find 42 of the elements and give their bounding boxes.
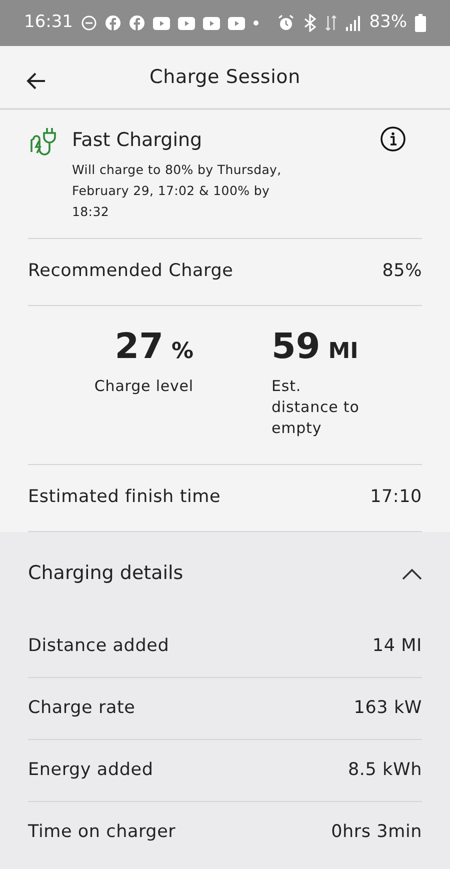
play-icon xyxy=(203,16,220,30)
dot-icon xyxy=(253,20,259,26)
stat-value: 59 xyxy=(272,330,320,364)
row-label: Recommended Charge xyxy=(28,260,234,284)
row-label: Distance added xyxy=(28,634,170,658)
alarm-icon xyxy=(277,14,296,32)
row-value: 85% xyxy=(382,260,422,284)
row-label: Energy added xyxy=(28,758,154,782)
row-label: Charge rate xyxy=(28,696,136,720)
info-icon xyxy=(380,126,406,152)
chevron-icon xyxy=(402,568,422,580)
do-not-disturb-icon xyxy=(81,15,97,31)
row-label: Time on charger xyxy=(28,821,176,844)
signal-icon xyxy=(345,15,362,31)
play-icon xyxy=(178,16,195,30)
row-value: 163 kW xyxy=(354,696,422,720)
stat-label: Charge level xyxy=(94,376,194,396)
battery-icon xyxy=(415,14,426,32)
data-transfer-icon xyxy=(325,14,338,32)
facebook-icon xyxy=(129,15,145,31)
section-title: Charging details xyxy=(28,561,184,586)
facebook-icon xyxy=(105,15,121,31)
row-value: 14 MI xyxy=(372,634,422,658)
back-arrow-icon xyxy=(26,72,46,90)
row-label: Estimated finish time xyxy=(28,486,221,510)
status-time: 16:31 xyxy=(24,11,73,34)
stat-value: 27 xyxy=(114,330,164,364)
row-value: 8.5 kWh xyxy=(348,758,422,782)
bluetooth-icon xyxy=(303,14,318,32)
row-value: 17:10 xyxy=(370,486,422,510)
charging-estimate-text: Will charge to 80% by Thursday, February 29, 17:02 & 100% by 18:32 xyxy=(72,160,282,220)
screen-title: Charge Session xyxy=(150,64,300,90)
stat-label: Est. distance to empty xyxy=(272,376,360,438)
battery-percent: 83% xyxy=(369,11,407,34)
info-button[interactable] xyxy=(380,126,406,152)
charging-mode-title: Fast Charging xyxy=(72,128,204,153)
stat-unit: MI xyxy=(328,338,358,366)
stat-unit: % xyxy=(171,338,194,366)
charging-plug-icon xyxy=(28,126,56,158)
play-icon xyxy=(228,16,245,30)
row-value: 0hrs 3min xyxy=(331,821,422,844)
play-icon xyxy=(153,16,170,30)
